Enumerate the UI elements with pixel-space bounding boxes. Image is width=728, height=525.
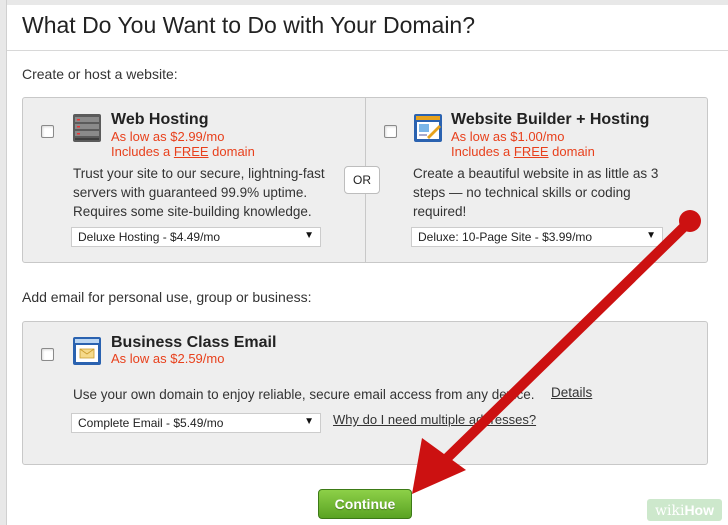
website-builder-price: As low as $1.00/mo <box>451 129 565 144</box>
business-email-description: Use your own domain to enjoy reliable, s… <box>73 387 535 402</box>
title-divider <box>7 50 728 51</box>
website-section-label: Create or host a website: <box>22 66 178 82</box>
multiple-addresses-help-link[interactable]: Why do I need multiple addresses? <box>333 412 536 427</box>
details-link[interactable]: Details <box>551 385 592 400</box>
web-hosting-description: Trust your site to our secure, lightning… <box>73 166 325 219</box>
web-hosting-checkbox[interactable] <box>41 125 54 138</box>
website-builder-checkbox[interactable] <box>384 125 397 138</box>
website-builder-icon <box>413 113 443 143</box>
business-email-title: Business Class Email <box>111 334 277 351</box>
wikihow-watermark: wikiHow <box>647 499 722 521</box>
continue-button[interactable]: Continue <box>318 489 412 519</box>
website-builder-domain-offer: Includes a FREE domain <box>451 144 595 159</box>
web-hosting-domain-offer: Includes a FREE domain <box>111 144 255 159</box>
web-hosting-plan-select[interactable]: Deluxe Hosting - $4.49/mo ▼ <box>71 227 321 247</box>
website-builder-title: Website Builder + Hosting <box>451 111 650 128</box>
dropdown-arrow-icon: ▼ <box>304 416 314 427</box>
window-top-edge <box>0 0 728 5</box>
web-hosting-price: As low as $2.99/mo <box>111 129 225 144</box>
dropdown-arrow-icon: ▼ <box>646 230 656 241</box>
email-options-panel: Business Class Email As low as $2.59/mo … <box>22 321 708 465</box>
page-title: What Do You Want to Do with Your Domain? <box>22 12 476 38</box>
email-icon <box>72 336 102 366</box>
website-builder-description: Create a beautiful website in as little … <box>413 166 659 219</box>
window-left-edge <box>0 0 7 525</box>
business-email-checkbox[interactable] <box>41 348 54 361</box>
email-section-label: Add email for personal use, group or bus… <box>22 289 312 305</box>
email-plan-select[interactable]: Complete Email - $5.49/mo ▼ <box>71 413 321 433</box>
dropdown-arrow-icon: ▼ <box>304 230 314 241</box>
business-email-price: As low as $2.59/mo <box>111 351 225 366</box>
or-divider-badge: OR <box>344 166 380 194</box>
web-hosting-title: Web Hosting <box>111 111 209 128</box>
website-builder-plan-select[interactable]: Deluxe: 10-Page Site - $3.99/mo ▼ <box>411 227 663 247</box>
server-icon <box>72 113 102 143</box>
